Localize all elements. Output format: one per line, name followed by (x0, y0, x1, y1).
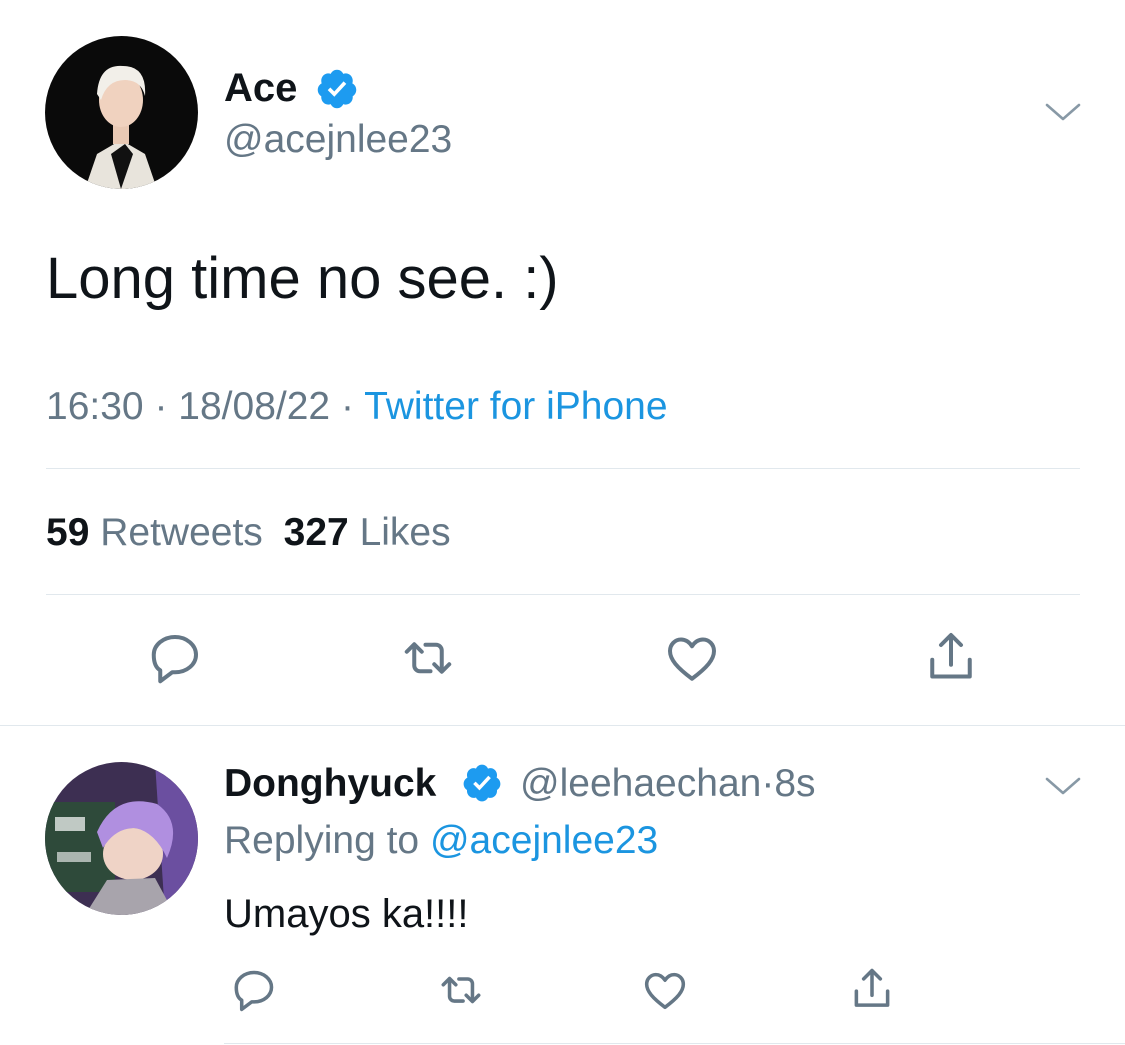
author-name[interactable]: Ace (224, 66, 297, 110)
tweet-date[interactable]: 18/08/22 (178, 385, 330, 428)
tweet-stats: 59 Retweets 327 Likes (46, 510, 451, 556)
reply-icon[interactable] (229, 965, 279, 1015)
divider (46, 594, 1080, 595)
like-icon[interactable] (662, 628, 722, 688)
likes-stat[interactable]: 327 Likes (284, 511, 451, 554)
meta-separator: · (340, 385, 354, 428)
verified-badge-icon (315, 67, 359, 111)
meta-separator: · (154, 385, 168, 428)
tweet-text: Long time no see. :) (46, 246, 559, 311)
reply-separator: · (761, 762, 775, 805)
reply-icon[interactable] (145, 628, 205, 688)
retweet-count: 59 (46, 511, 90, 554)
share-icon[interactable] (847, 963, 897, 1013)
divider (224, 1043, 1125, 1044)
reply-author-handle[interactable]: @leehaechan (520, 762, 761, 805)
author-avatar[interactable] (45, 36, 198, 189)
replying-to-handle-link[interactable]: @acejnlee23 (430, 819, 658, 862)
reply-header: Donghyuck @leehaechan·8s (224, 761, 816, 807)
retweet-label: Retweets (100, 511, 263, 554)
reply-text: Umayos ka!!!! (224, 892, 469, 936)
reply-author-name[interactable]: Donghyuck (224, 762, 436, 805)
tweet-time[interactable]: 16:30 (46, 385, 144, 428)
divider (46, 468, 1080, 469)
reply-author-avatar[interactable] (45, 762, 198, 915)
like-count: 327 (283, 511, 349, 554)
author-handle[interactable]: @acejnlee23 (224, 118, 452, 162)
chevron-down-icon[interactable] (1043, 97, 1083, 127)
retweet-icon[interactable] (436, 965, 486, 1015)
reply-verified-badge-icon (461, 762, 503, 804)
tweet-meta: 16:30 · 18/08/22 · Twitter for iPhone (46, 383, 668, 431)
divider (0, 725, 1125, 726)
reply-chevron-down-icon[interactable] (1043, 771, 1083, 801)
share-icon[interactable] (921, 626, 981, 686)
like-label: Likes (359, 511, 451, 554)
replying-to-label: Replying to (224, 819, 420, 862)
tweet-source-link[interactable]: Twitter for iPhone (364, 385, 667, 428)
replying-to: Replying to @acejnlee23 (224, 817, 658, 865)
retweet-icon[interactable] (398, 628, 458, 688)
like-icon[interactable] (640, 965, 690, 1015)
reply-age[interactable]: 8s (774, 762, 815, 805)
retweets-stat[interactable]: 59 Retweets (46, 511, 274, 554)
